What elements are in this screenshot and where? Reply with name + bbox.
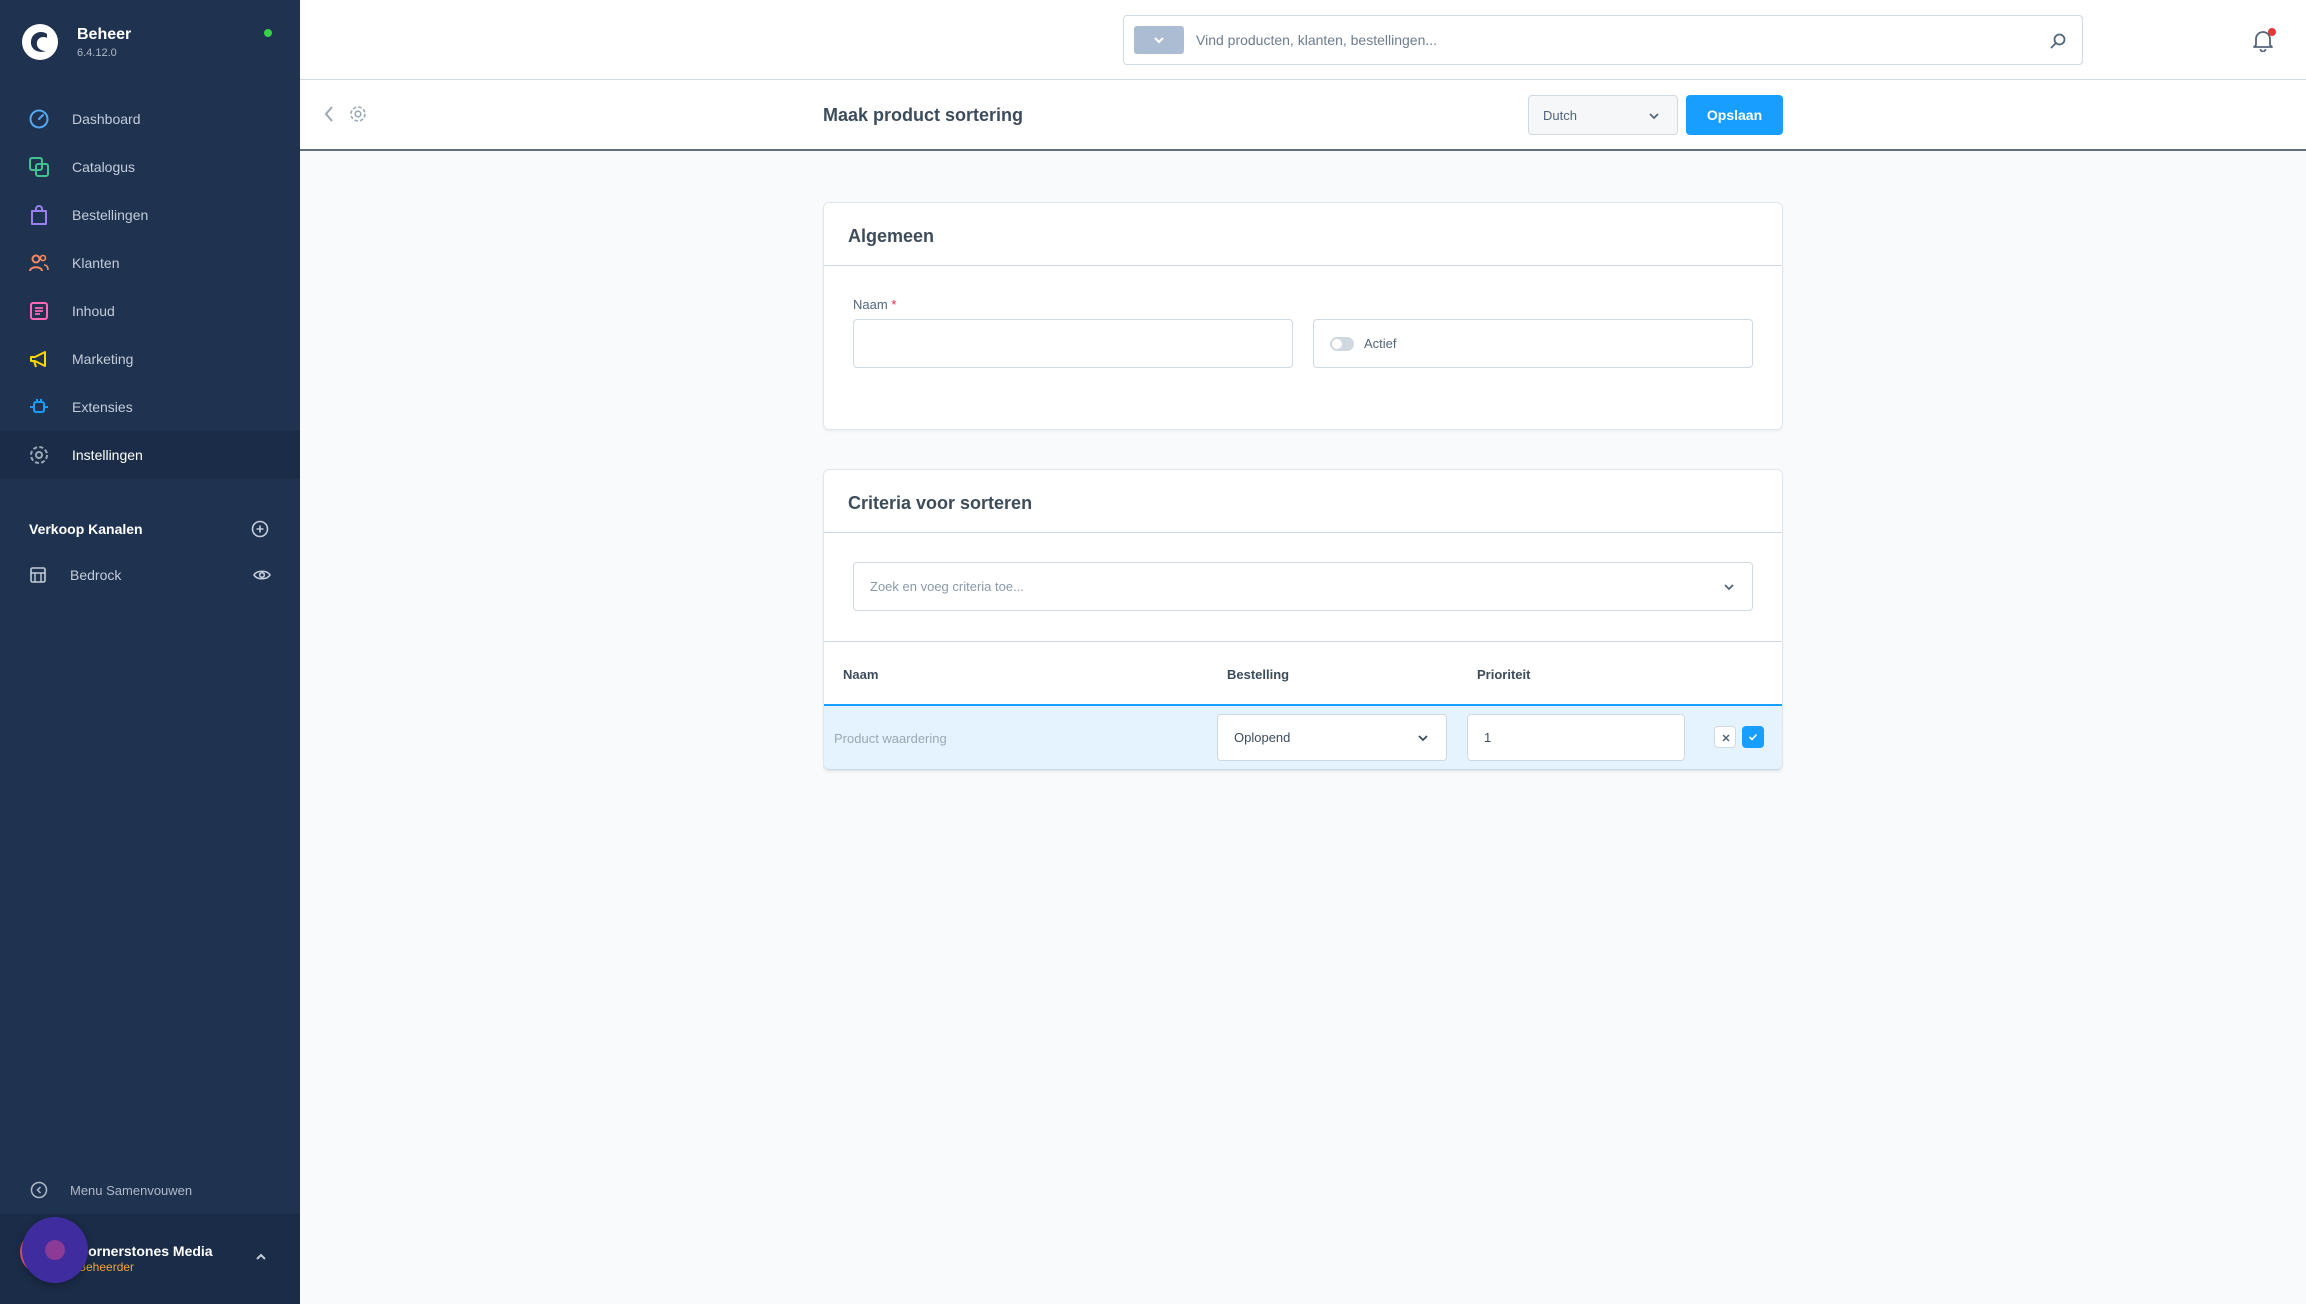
table-header: Naam Bestelling Prioriteit xyxy=(824,641,1782,706)
shopware-logo-icon xyxy=(22,24,58,60)
confirm-row-button[interactable] xyxy=(1742,726,1764,748)
sidebar-item-label: Extensies xyxy=(72,399,133,415)
sidebar-item-label: Klanten xyxy=(72,255,120,271)
user-role: Beheerder xyxy=(78,1260,135,1274)
app-name: Beheer xyxy=(77,26,132,43)
column-header-priority[interactable]: Prioriteit xyxy=(1477,667,1530,682)
sidebar-item-content[interactable]: Inhoud xyxy=(0,287,300,335)
sidebar-item-marketing[interactable]: Marketing xyxy=(0,335,300,383)
chevron-down-icon xyxy=(1418,735,1428,742)
criteria-search-select[interactable]: Zoek en voeg criteria toe... xyxy=(853,562,1753,611)
cancel-row-button[interactable] xyxy=(1714,726,1736,748)
online-status-indicator xyxy=(264,29,272,37)
order-select-value: Oplopend xyxy=(1234,730,1291,745)
table-row: Product waardering Oplopend xyxy=(824,706,1782,770)
save-button[interactable]: Opslaan xyxy=(1686,95,1783,135)
collapse-menu-label: Menu Samenvouwen xyxy=(70,1183,193,1198)
active-toggle-field[interactable]: Actief xyxy=(1313,319,1753,368)
sidebar-item-label: Bestellingen xyxy=(72,207,149,223)
switch-knob xyxy=(1332,339,1342,349)
sidebar-item-catalog[interactable]: Catalogus xyxy=(0,143,300,191)
storefront-icon xyxy=(30,567,46,583)
close-icon xyxy=(1722,734,1730,742)
card-title: Criteria voor sorteren xyxy=(848,493,1033,513)
sidebar-item-extensions[interactable]: Extensies xyxy=(0,383,300,431)
language-select[interactable]: Dutch xyxy=(1528,95,1678,135)
main-navigation: Dashboard Catalogus Bestellingen Klanten… xyxy=(0,95,300,479)
name-label-text: Naam xyxy=(853,297,888,312)
eye-icon[interactable] xyxy=(253,567,271,583)
card-title: Algemeen xyxy=(848,226,935,246)
sidebar-item-label: Instellingen xyxy=(72,447,143,463)
language-select-value: Dutch xyxy=(1543,108,1577,123)
chevron-left-circle-icon xyxy=(30,1181,48,1199)
gear-icon xyxy=(30,446,48,464)
sidebar: Beheer 6.4.12.0 Dashboard Catalogus Best… xyxy=(0,0,300,1304)
divider xyxy=(824,532,1782,533)
name-field[interactable] xyxy=(853,319,1293,368)
general-card: Algemeen Naam * Actief xyxy=(823,202,1783,430)
content-icon xyxy=(30,302,48,320)
sales-channel-bedrock[interactable]: Bedrock xyxy=(29,564,274,586)
divider xyxy=(824,265,1782,266)
sidebar-item-orders[interactable]: Bestellingen xyxy=(0,191,300,239)
search-input[interactable] xyxy=(1194,24,1994,56)
gear-icon[interactable] xyxy=(348,104,368,124)
chevron-down-icon xyxy=(1154,37,1164,44)
sales-channel-label: Bedrock xyxy=(70,567,122,583)
sales-channels-header: Verkoop Kanalen xyxy=(29,520,274,540)
chevron-down-icon xyxy=(1724,584,1734,591)
notification-badge xyxy=(2268,28,2276,36)
active-switch[interactable] xyxy=(1330,337,1354,351)
criteria-name-cell: Product waardering xyxy=(834,731,947,746)
criteria-search-placeholder: Zoek en voeg criteria toe... xyxy=(870,579,1024,594)
back-arrow-icon[interactable] xyxy=(322,104,336,124)
global-search xyxy=(1123,15,2083,65)
column-header-order[interactable]: Bestelling xyxy=(1227,667,1289,682)
chat-bubble-dot xyxy=(45,1240,65,1260)
collapse-menu-button[interactable]: Menu Samenvouwen xyxy=(30,1180,270,1200)
checkmark-icon xyxy=(1748,733,1758,741)
user-name: Cornerstones Media xyxy=(78,1243,213,1259)
sidebar-item-label: Inhoud xyxy=(72,303,115,319)
catalog-icon xyxy=(29,157,49,177)
sales-channels-title: Verkoop Kanalen xyxy=(29,521,143,537)
sidebar-item-customers[interactable]: Klanten xyxy=(0,239,300,287)
required-marker: * xyxy=(891,297,897,312)
column-header-name[interactable]: Naam xyxy=(843,667,878,682)
search-icon[interactable] xyxy=(2049,32,2067,50)
sidebar-item-label: Catalogus xyxy=(72,159,136,175)
chevron-down-icon xyxy=(1649,113,1659,120)
shopping-bag-icon xyxy=(31,205,47,225)
sidebar-item-label: Dashboard xyxy=(72,111,141,127)
plug-icon xyxy=(30,399,48,413)
sidebar-item-settings[interactable]: Instellingen xyxy=(0,431,300,479)
dashboard-icon xyxy=(29,109,49,129)
priority-input[interactable] xyxy=(1467,714,1685,761)
app-version: 6.4.12.0 xyxy=(77,47,117,59)
add-circle-icon[interactable] xyxy=(251,520,269,538)
search-type-dropdown[interactable] xyxy=(1134,26,1184,54)
page-header: Maak product sortering Dutch Opslaan xyxy=(300,80,2306,151)
order-select[interactable]: Oplopend xyxy=(1217,714,1447,761)
sorting-criteria-card: Criteria voor sorteren Zoek en voeg crit… xyxy=(823,469,1783,771)
brand: Beheer 6.4.12.0 xyxy=(22,22,282,64)
name-field-label: Naam * xyxy=(853,297,896,312)
chat-bubble-button[interactable] xyxy=(22,1217,88,1283)
users-icon xyxy=(29,254,49,272)
sidebar-item-label: Marketing xyxy=(72,351,134,367)
active-label: Actief xyxy=(1364,336,1397,351)
top-bar xyxy=(300,0,2306,80)
megaphone-icon xyxy=(30,351,46,368)
sidebar-item-dashboard[interactable]: Dashboard xyxy=(0,95,300,143)
chevron-up-icon[interactable] xyxy=(254,1250,268,1264)
page-title: Maak product sortering xyxy=(823,105,1024,125)
